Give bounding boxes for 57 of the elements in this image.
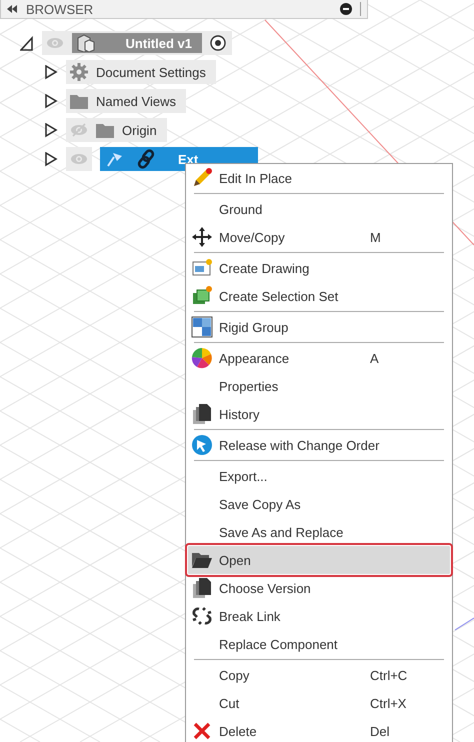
menu-item[interactable]: Save Copy As bbox=[188, 490, 450, 518]
menu-item[interactable]: Copy Ctrl+C bbox=[188, 661, 450, 689]
menu-item[interactable]: Save As and Replace bbox=[188, 518, 450, 546]
menu-item[interactable]: Cut Ctrl+X bbox=[188, 689, 450, 717]
pin-icon bbox=[106, 151, 124, 167]
close-icon bbox=[191, 720, 213, 742]
menu-item[interactable]: Export... bbox=[188, 462, 450, 490]
tree-item[interactable]: Document Settings bbox=[66, 60, 216, 84]
menu-item[interactable]: History bbox=[188, 400, 450, 428]
folder-icon bbox=[70, 93, 88, 109]
tree-item-label: Document Settings bbox=[96, 64, 206, 80]
document-name: Untitled v1 bbox=[124, 36, 192, 50]
expand-arrow-icon[interactable] bbox=[44, 122, 58, 138]
shortcut: Ctrl+C bbox=[370, 668, 408, 682]
grid-squares-icon bbox=[191, 316, 213, 338]
menu-item[interactable]: Choose Version bbox=[188, 574, 450, 602]
tree-item-label: Origin bbox=[122, 122, 157, 138]
shortcut: Ctrl+X bbox=[370, 696, 408, 710]
collapse-icon[interactable] bbox=[6, 4, 18, 14]
tree-item[interactable]: Named Views bbox=[66, 89, 186, 113]
radio-target-icon[interactable] bbox=[210, 35, 226, 51]
menu-item[interactable]: Open bbox=[188, 546, 450, 574]
tree-item[interactable]: Origin bbox=[66, 118, 167, 142]
tree-item-label: Named Views bbox=[96, 94, 176, 108]
move-arrows-icon bbox=[191, 226, 213, 248]
stacked-pages-icon bbox=[191, 577, 213, 599]
stacked-pages-icon bbox=[191, 403, 213, 425]
menu-item[interactable]: Move/Copy M bbox=[188, 223, 450, 251]
link-icon bbox=[136, 149, 156, 169]
menu-item[interactable]: Delete Del bbox=[188, 717, 450, 742]
panel-title: BROWSER bbox=[26, 2, 94, 16]
menu-item[interactable]: Create Selection Set bbox=[188, 282, 450, 310]
shortcut: A bbox=[370, 350, 380, 366]
menu-item[interactable]: Appearance A bbox=[188, 344, 450, 372]
menu-item[interactable]: Break Link bbox=[188, 602, 450, 630]
expand-arrow-icon[interactable] bbox=[44, 152, 58, 166]
menu-item[interactable]: Rigid Group bbox=[188, 313, 450, 341]
expand-arrow-icon[interactable] bbox=[44, 94, 58, 108]
collapse-arrow-icon[interactable] bbox=[20, 36, 34, 50]
broken-link-icon bbox=[191, 605, 213, 627]
pencil-icon bbox=[191, 167, 213, 189]
gear-icon bbox=[70, 63, 88, 81]
menu-item[interactable]: Replace Component bbox=[188, 630, 450, 658]
shortcut: Del bbox=[370, 724, 391, 738]
menu-item[interactable]: Create Drawing bbox=[188, 254, 450, 282]
menu-item[interactable]: Ground bbox=[188, 195, 450, 223]
component-icon bbox=[76, 34, 96, 52]
minus-circle-icon[interactable] bbox=[340, 3, 352, 15]
release-icon bbox=[191, 434, 213, 456]
folder-icon bbox=[96, 122, 114, 138]
color-wheel-icon bbox=[191, 347, 213, 369]
menu-item[interactable]: Properties bbox=[188, 372, 450, 400]
resize-handle[interactable] bbox=[360, 2, 361, 16]
shortcut: M bbox=[370, 230, 382, 244]
menu-item[interactable]: Release with Change Order bbox=[188, 431, 450, 459]
selection-set-icon bbox=[191, 285, 213, 307]
expand-arrow-icon[interactable] bbox=[44, 64, 58, 80]
